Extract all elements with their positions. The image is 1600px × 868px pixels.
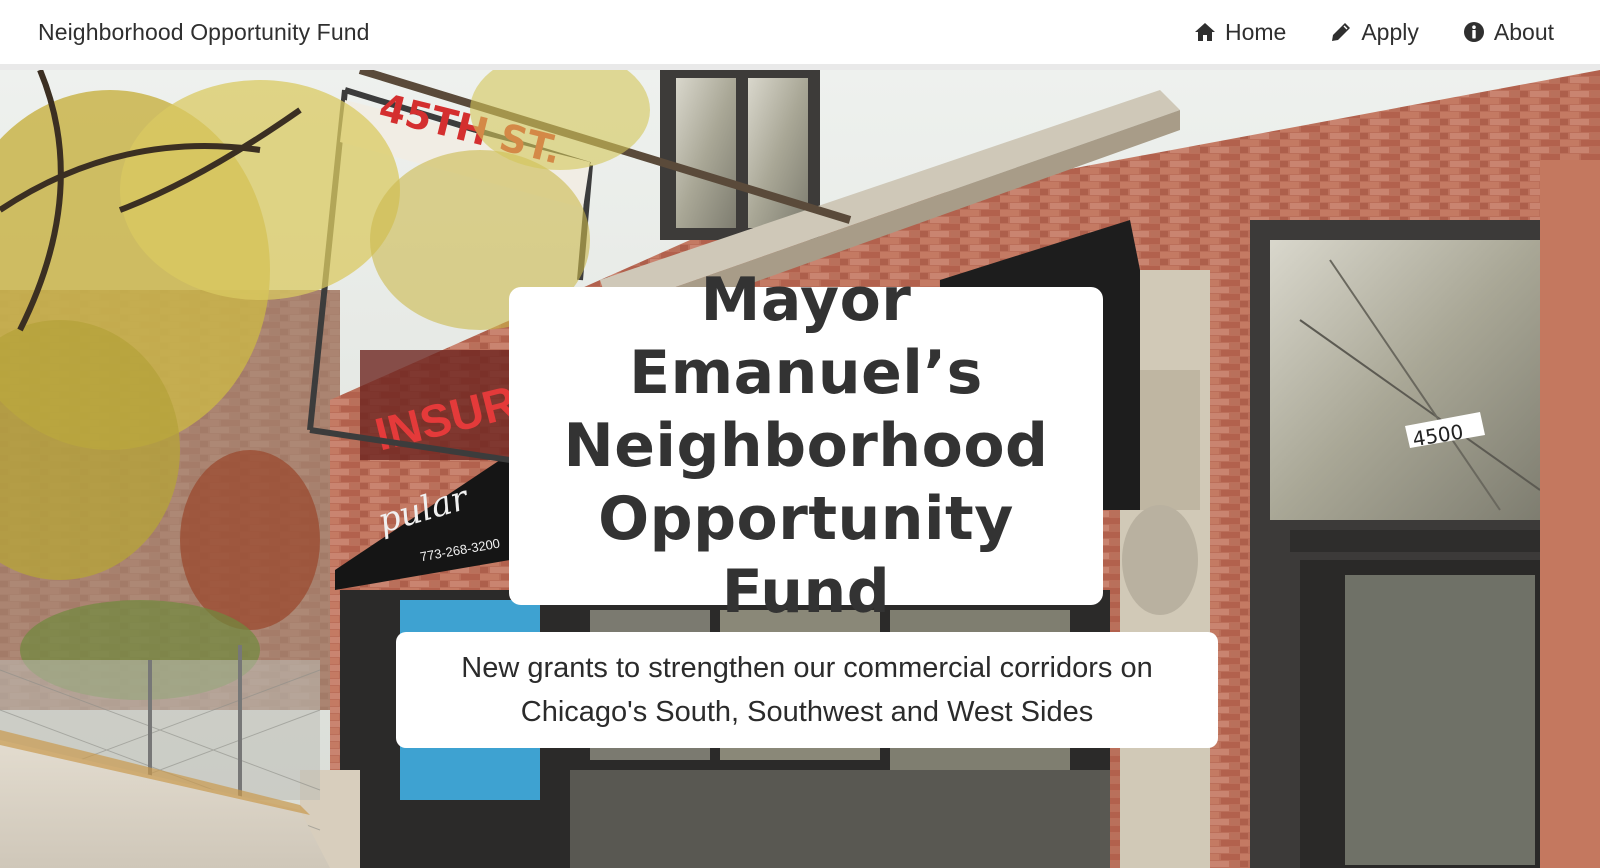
hero-subtitle: New grants to strengthen our commercial … — [461, 652, 1153, 728]
hero-title-box: Mayor Emanuel’s Neighborhood Opportunity… — [509, 265, 1103, 627]
pencil-icon — [1330, 21, 1352, 43]
hero-section: 4500 INSURANC pular 773-268-3200 45TH ST… — [0, 70, 1600, 868]
home-icon — [1194, 22, 1216, 42]
nav-about-label: About — [1493, 18, 1554, 45]
info-icon — [1463, 21, 1485, 43]
nav-apply-link[interactable]: Apply — [1330, 19, 1419, 46]
brand-link[interactable]: Neighborhood Opportunity Fund — [38, 19, 370, 46]
nav-home-link[interactable]: Home — [1194, 19, 1286, 46]
nav-apply-label: Apply — [1361, 18, 1419, 45]
nav-about-link[interactable]: About — [1463, 19, 1554, 46]
hero-subtitle-box: New grants to strengthen our commercial … — [396, 632, 1218, 748]
nav-home-label: Home — [1224, 18, 1287, 45]
navbar: Neighborhood Opportunity Fund Home Apply — [0, 0, 1600, 64]
nav-links: Home Apply About — [1194, 19, 1554, 46]
hero-title: Mayor Emanuel’s Neighborhood Opportunity… — [563, 264, 1049, 627]
